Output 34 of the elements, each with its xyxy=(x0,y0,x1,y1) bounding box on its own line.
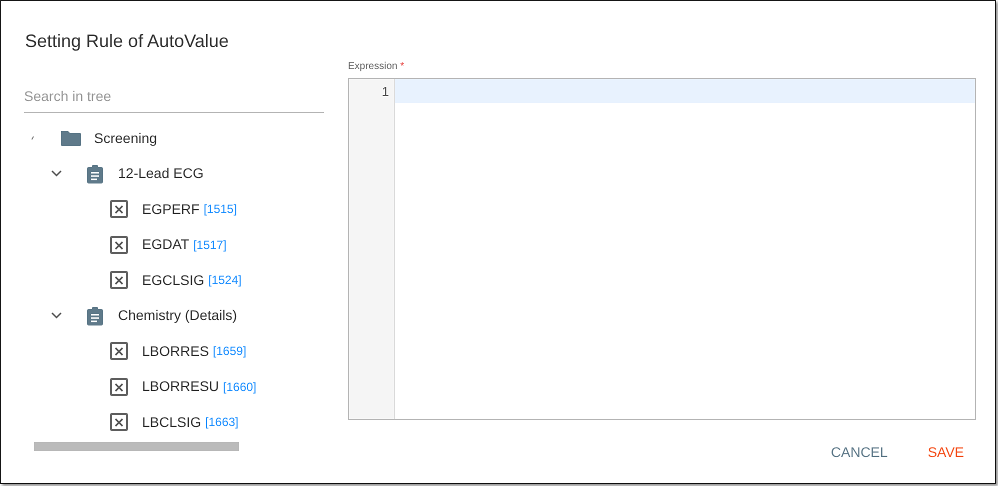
collapse-caret-icon[interactable] xyxy=(50,170,62,178)
clipboard-icon xyxy=(86,306,104,326)
field-label[interactable]: EGDAT xyxy=(142,234,190,256)
node-label[interactable]: 12-Lead ECG xyxy=(118,163,204,184)
clipboard-icon xyxy=(86,164,104,184)
field-label[interactable]: LBORRESU xyxy=(142,376,220,398)
field-code: [1515] xyxy=(204,201,237,218)
field-label[interactable]: EGCLSIG xyxy=(142,270,204,291)
folder-icon xyxy=(60,129,82,148)
field-code: [1660] xyxy=(223,378,256,396)
toggle-icon[interactable] xyxy=(30,136,34,140)
variable-icon xyxy=(110,413,128,432)
field-label[interactable]: LBORRES xyxy=(142,340,209,362)
collapse-caret-icon[interactable] xyxy=(50,312,62,320)
code-editor-field[interactable] xyxy=(395,78,975,103)
field-label: Expression xyxy=(348,60,398,72)
variable-icon xyxy=(110,200,128,218)
required-marker: * xyxy=(400,60,404,72)
field-label[interactable]: EGPERF xyxy=(142,198,200,220)
field-code: [1663] xyxy=(205,414,239,432)
dialog-title: Setting Rule of AutoValue xyxy=(25,31,230,53)
cancel-button[interactable]: CANCEL xyxy=(818,434,900,471)
field-code: [1659] xyxy=(212,343,246,360)
field-label[interactable]: LBCLSIG xyxy=(142,412,202,433)
scrollbar-thumb[interactable] xyxy=(34,442,239,452)
line-number: 1 xyxy=(380,82,390,101)
field-code: [1524] xyxy=(208,272,242,290)
variable-icon xyxy=(110,236,128,254)
variable-icon xyxy=(110,342,128,360)
node-label[interactable]: Chemistry (Details) xyxy=(118,305,238,326)
node-label[interactable]: Screening xyxy=(94,128,158,149)
variable-icon xyxy=(110,378,128,396)
variable-icon xyxy=(110,271,128,290)
field-code: [1517] xyxy=(193,236,227,254)
